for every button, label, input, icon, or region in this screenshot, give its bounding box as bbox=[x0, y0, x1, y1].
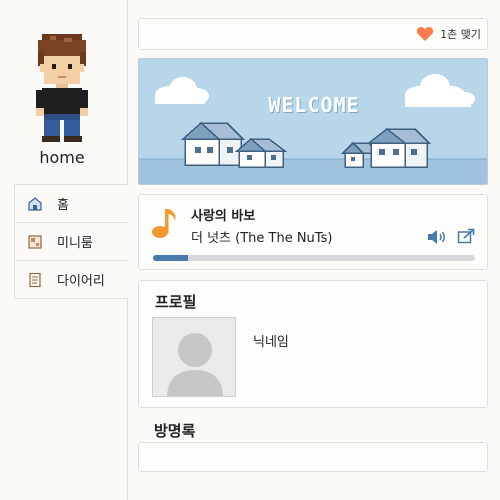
guestbook-input[interactable] bbox=[138, 442, 488, 472]
sidebar-item-label: 미니룸 bbox=[57, 236, 93, 251]
sidebar: home 홈 미니룸 다이어리 bbox=[0, 0, 128, 500]
guestbook-title: 방명록 bbox=[154, 422, 196, 440]
home-label: home bbox=[39, 148, 85, 167]
music-progress-fill bbox=[153, 255, 189, 261]
music-player: 사랑의 바보 더 넛츠 (The The NuTs) bbox=[138, 194, 488, 270]
song-artist: 더 넛츠 (The The NuTs) bbox=[191, 231, 333, 246]
welcome-banner: WELCOME bbox=[138, 58, 488, 185]
sidebar-item-diary[interactable]: 다이어리 bbox=[15, 261, 128, 299]
profile-section-title: 프로필 bbox=[155, 293, 197, 311]
house-icon bbox=[27, 196, 43, 212]
sidebar-nav: 홈 미니룸 다이어리 bbox=[14, 184, 128, 299]
sidebar-item-miniroom[interactable]: 미니룸 bbox=[15, 223, 128, 261]
avatar bbox=[36, 34, 88, 142]
profile-section: 프로필 닉네임 bbox=[138, 280, 488, 408]
sidebar-item-home[interactable]: 홈 bbox=[15, 185, 128, 223]
diary-icon bbox=[27, 272, 43, 288]
volume-icon[interactable] bbox=[427, 229, 447, 245]
profile-picture[interactable] bbox=[152, 317, 236, 397]
sidebar-item-label: 다이어리 bbox=[57, 274, 105, 289]
song-title: 사랑의 바보 bbox=[191, 209, 256, 224]
add-ilchon-label: 1촌 맺기 bbox=[440, 28, 481, 41]
nickname: 닉네임 bbox=[253, 335, 289, 350]
music-progress-bar[interactable] bbox=[153, 255, 475, 261]
top-bar: 1촌 맺기 bbox=[138, 18, 488, 50]
default-user-icon bbox=[167, 333, 223, 396]
banner-text: WELCOME bbox=[268, 93, 360, 117]
add-ilchon-button[interactable]: 1촌 맺기 bbox=[416, 26, 481, 42]
heart-icon bbox=[417, 27, 434, 41]
share-icon[interactable] bbox=[457, 228, 475, 244]
sidebar-item-label: 홈 bbox=[57, 198, 69, 213]
music-note-icon bbox=[152, 209, 176, 238]
miniroom-icon bbox=[27, 234, 43, 250]
